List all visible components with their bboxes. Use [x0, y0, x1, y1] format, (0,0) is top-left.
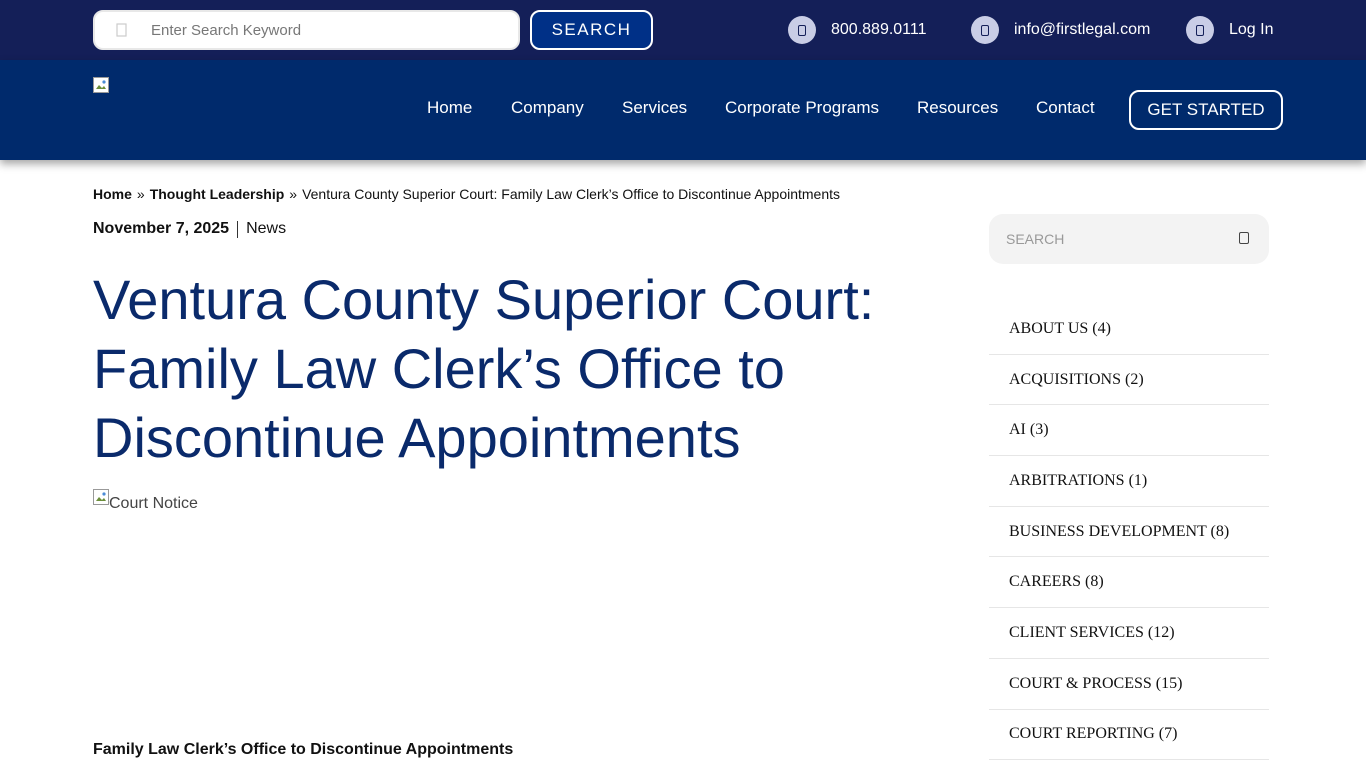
- phone-icon: [788, 16, 816, 44]
- category-item[interactable]: ARBITRATIONS (1): [989, 456, 1269, 507]
- page-title: Ventura County Superior Court: Family La…: [93, 268, 875, 469]
- nav-home[interactable]: Home: [427, 98, 472, 118]
- phone-link[interactable]: 800.889.0111: [788, 16, 927, 44]
- category-item[interactable]: ACQUISITIONS (2): [989, 355, 1269, 406]
- breadcrumb-separator: »: [289, 186, 298, 202]
- logo-broken-image-icon[interactable]: [93, 77, 109, 93]
- breadcrumb-separator: »: [136, 186, 145, 202]
- category-item[interactable]: CAREERS (8): [989, 557, 1269, 609]
- post-category-link[interactable]: News: [246, 220, 286, 238]
- breadcrumb-current: Ventura County Superior Court: Family La…: [302, 186, 841, 202]
- post-date: November 7, 2025: [93, 220, 230, 237]
- sidebar-search-input[interactable]: [1006, 231, 1226, 247]
- meta-divider: [237, 220, 239, 238]
- nav-contact[interactable]: Contact: [1036, 98, 1095, 118]
- header-search-box: [93, 10, 520, 50]
- nav-corporate-programs[interactable]: Corporate Programs: [725, 98, 879, 118]
- email-link[interactable]: info@firstlegal.com: [971, 16, 1150, 44]
- category-item[interactable]: AI (3): [989, 405, 1269, 457]
- login-label: Log In: [1229, 21, 1274, 38]
- get-started-button[interactable]: GET STARTED: [1129, 90, 1283, 130]
- category-item[interactable]: ABOUT US (4): [989, 304, 1269, 355]
- breadcrumb-thought-leadership[interactable]: Thought Leadership: [150, 186, 285, 202]
- category-item[interactable]: COURT & PROCESS (15): [989, 659, 1269, 710]
- search-icon: [115, 23, 129, 37]
- top-utility-bar: SEARCH 800.889.0111 info@firstlegal.com …: [0, 0, 1366, 60]
- phone-number: 800.889.0111: [831, 21, 927, 38]
- nav-services[interactable]: Services: [622, 98, 687, 118]
- breadcrumb: Home» Thought Leadership» Ventura County S…: [93, 186, 840, 202]
- nav-company[interactable]: Company: [511, 98, 584, 118]
- post-subheading: Family Law Clerk’s Office to Discontinue…: [93, 741, 514, 758]
- post-meta: November 7, 2025 News: [93, 220, 286, 238]
- email-address: info@firstlegal.com: [1014, 21, 1151, 38]
- user-icon: [1186, 16, 1214, 44]
- main-navbar: Home Company Services Corporate Programs…: [0, 60, 1366, 160]
- login-link[interactable]: Log In: [1186, 16, 1273, 44]
- header-search-button[interactable]: SEARCH: [530, 10, 653, 50]
- category-item[interactable]: BUSINESS DEVELOPMENT (8): [989, 507, 1269, 558]
- email-icon: [971, 16, 999, 44]
- court-notice-image: Court Notice: [93, 489, 198, 513]
- category-item[interactable]: CLIENT SERVICES (12): [989, 608, 1269, 659]
- image-alt-text: Court Notice: [109, 495, 198, 512]
- search-icon[interactable]: [1239, 232, 1249, 244]
- header-search-input[interactable]: [151, 21, 491, 39]
- category-item[interactable]: COURT REPORTING (7): [989, 710, 1269, 761]
- nav-resources[interactable]: Resources: [917, 98, 998, 118]
- broken-image-icon: [93, 489, 109, 505]
- category-list: ABOUT US (4) ACQUISITIONS (2) AI (3) ARB…: [989, 304, 1269, 761]
- breadcrumb-home[interactable]: Home: [93, 186, 132, 202]
- sidebar-search-box: [989, 214, 1269, 264]
